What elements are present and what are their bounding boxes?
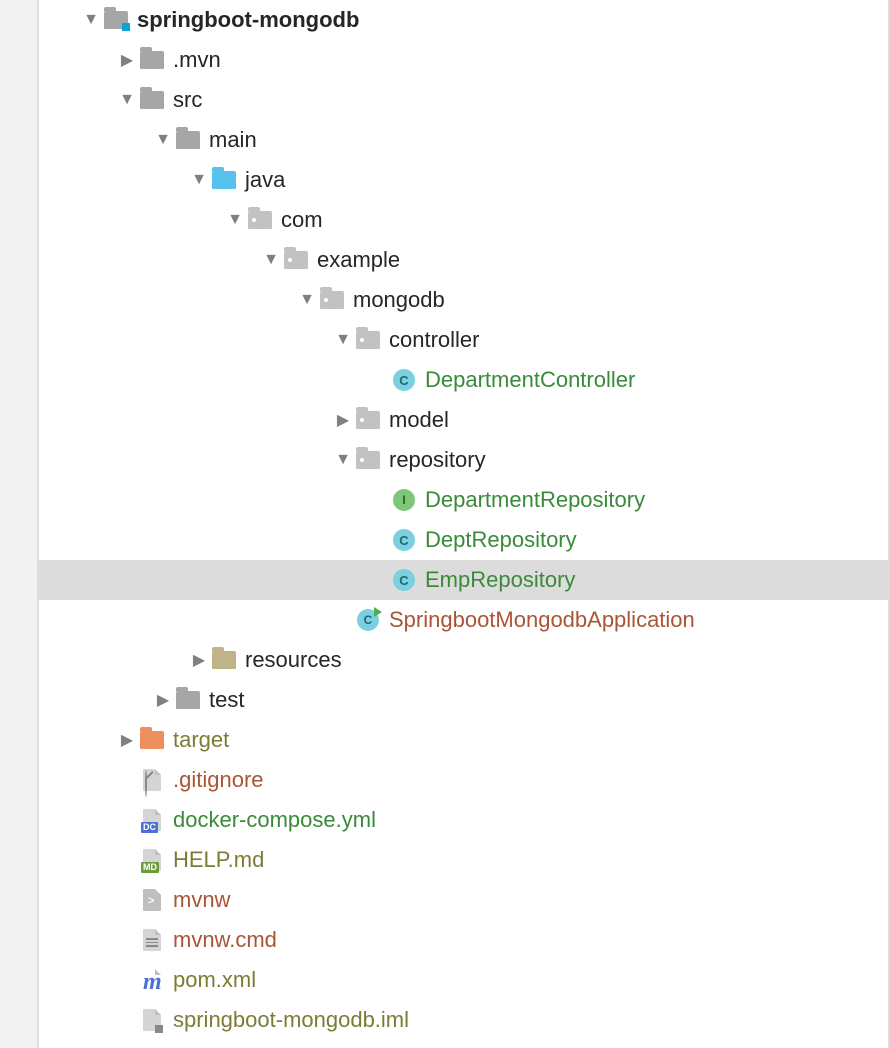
text-file-icon <box>139 929 165 951</box>
chevron-down-icon[interactable]: ▼ <box>223 211 247 229</box>
chevron-down-icon[interactable]: ▼ <box>79 11 103 29</box>
module-file-icon <box>139 1009 165 1031</box>
class-icon: C <box>391 529 417 551</box>
package-folder-icon <box>319 289 345 311</box>
tree-item-model[interactable]: ▶ model <box>39 400 888 440</box>
tree-item-label: target <box>173 727 229 753</box>
tree-item-test[interactable]: ▶ test <box>39 680 888 720</box>
tree-item-mvnw-cmd[interactable]: mvnw.cmd <box>39 920 888 960</box>
tree-item-src[interactable]: ▼ src <box>39 80 888 120</box>
maven-file-icon: m <box>139 969 165 991</box>
chevron-down-icon[interactable]: ▼ <box>331 331 355 349</box>
tree-item-label: HELP.md <box>173 847 264 873</box>
shell-file-icon: > <box>139 889 165 911</box>
tree-item-iml[interactable]: springboot-mongodb.iml <box>39 1000 888 1040</box>
tree-item-dept-repository[interactable]: C DeptRepository <box>39 520 888 560</box>
chevron-right-icon[interactable]: ▶ <box>187 650 211 670</box>
chevron-down-icon[interactable]: ▼ <box>187 171 211 189</box>
resources-folder-icon <box>211 649 237 671</box>
tree-item-label: repository <box>389 447 486 473</box>
tree-item-label: controller <box>389 327 479 353</box>
package-folder-icon <box>355 449 381 471</box>
tree-item-controller[interactable]: ▼ controller <box>39 320 888 360</box>
module-folder-icon <box>103 9 129 31</box>
tree-item-label: src <box>173 87 202 113</box>
tree-item-label: model <box>389 407 449 433</box>
chevron-down-icon[interactable]: ▼ <box>331 451 355 469</box>
tree-item-main[interactable]: ▼ main <box>39 120 888 160</box>
package-folder-icon <box>283 249 309 271</box>
tree-item-label: docker-compose.yml <box>173 807 376 833</box>
tree-item-pom[interactable]: m pom.xml <box>39 960 888 1000</box>
tree-item-label: SpringbootMongodbApplication <box>389 607 695 633</box>
chevron-right-icon[interactable]: ▶ <box>331 410 355 430</box>
tree-item-label: example <box>317 247 400 273</box>
folder-icon <box>175 129 201 151</box>
tree-item-label: mvnw <box>173 887 230 913</box>
tree-item-docker-compose[interactable]: DC docker-compose.yml <box>39 800 888 840</box>
tree-item-resources[interactable]: ▶ resources <box>39 640 888 680</box>
class-icon: C <box>391 569 417 591</box>
tree-item-department-repository[interactable]: I DepartmentRepository <box>39 480 888 520</box>
tree-item-label: DepartmentController <box>425 367 635 393</box>
chevron-down-icon[interactable]: ▼ <box>151 131 175 149</box>
interface-icon: I <box>391 489 417 511</box>
markdown-file-icon: MD <box>139 849 165 871</box>
tree-item-department-controller[interactable]: C DepartmentController <box>39 360 888 400</box>
tree-item-label: main <box>209 127 257 153</box>
tree-item-example[interactable]: ▼ example <box>39 240 888 280</box>
project-tree: ▼ springboot-mongodb ▶ .mvn ▼ src ▼ main… <box>37 0 890 1048</box>
tree-item-label: springboot-mongodb.iml <box>173 1007 409 1033</box>
chevron-right-icon[interactable]: ▶ <box>115 730 139 750</box>
tree-item-mongodb[interactable]: ▼ mongodb <box>39 280 888 320</box>
chevron-down-icon[interactable]: ▼ <box>115 91 139 109</box>
tree-item-java[interactable]: ▼ java <box>39 160 888 200</box>
source-folder-icon <box>211 169 237 191</box>
tree-item-label: EmpRepository <box>425 567 575 593</box>
chevron-down-icon[interactable]: ▼ <box>259 251 283 269</box>
tree-item-label: test <box>209 687 244 713</box>
package-folder-icon <box>355 409 381 431</box>
tree-item-repository[interactable]: ▼ repository <box>39 440 888 480</box>
tree-item-mvn[interactable]: ▶ .mvn <box>39 40 888 80</box>
runnable-class-icon: C <box>355 609 381 631</box>
tree-item-gitignore[interactable]: .gitignore <box>39 760 888 800</box>
folder-icon <box>175 689 201 711</box>
class-icon: C <box>391 369 417 391</box>
tree-item-mvnw[interactable]: > mvnw <box>39 880 888 920</box>
tree-item-label: resources <box>245 647 342 673</box>
chevron-down-icon[interactable]: ▼ <box>295 291 319 309</box>
tree-item-help[interactable]: MD HELP.md <box>39 840 888 880</box>
tree-item-label: com <box>281 207 323 233</box>
excluded-folder-icon <box>139 729 165 751</box>
tree-item-label: mongodb <box>353 287 445 313</box>
chevron-right-icon[interactable]: ▶ <box>151 690 175 710</box>
tree-item-application[interactable]: C SpringbootMongodbApplication <box>39 600 888 640</box>
tree-item-label: java <box>245 167 285 193</box>
tree-item-label: pom.xml <box>173 967 256 993</box>
folder-icon <box>139 89 165 111</box>
package-folder-icon <box>247 209 273 231</box>
tree-item-label: mvnw.cmd <box>173 927 277 953</box>
tree-item-label: .gitignore <box>173 767 264 793</box>
docker-file-icon: DC <box>139 809 165 831</box>
tree-item-label: springboot-mongodb <box>137 7 359 33</box>
tree-item-root[interactable]: ▼ springboot-mongodb <box>39 0 888 40</box>
tree-item-label: .mvn <box>173 47 221 73</box>
tree-item-label: DeptRepository <box>425 527 577 553</box>
tree-item-label: DepartmentRepository <box>425 487 645 513</box>
tree-item-emp-repository[interactable]: C EmpRepository <box>39 560 888 600</box>
gitignore-file-icon <box>139 769 165 791</box>
chevron-right-icon[interactable]: ▶ <box>115 50 139 70</box>
folder-icon <box>139 49 165 71</box>
tree-item-target[interactable]: ▶ target <box>39 720 888 760</box>
package-folder-icon <box>355 329 381 351</box>
tree-item-com[interactable]: ▼ com <box>39 200 888 240</box>
